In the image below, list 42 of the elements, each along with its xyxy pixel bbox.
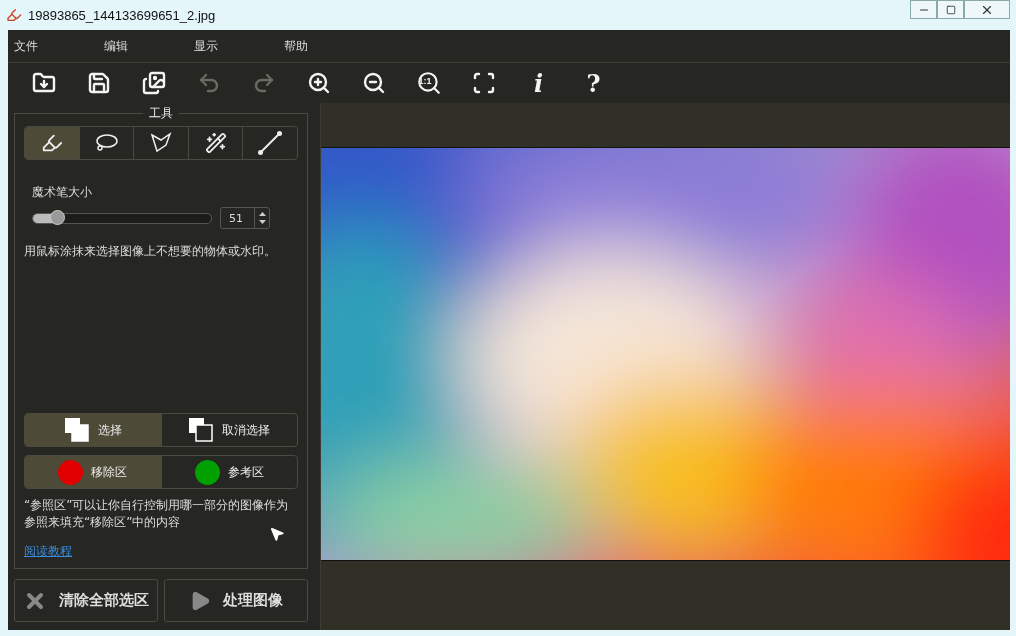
action-button[interactable]: 处理图像 [164, 579, 308, 622]
action-button[interactable]: 清除全部选区 [14, 579, 158, 622]
maximize-icon [945, 4, 956, 15]
menu-item[interactable]: 文件 [8, 37, 98, 55]
polygon-icon [150, 132, 172, 154]
line-icon [257, 130, 284, 156]
note-text: “参照区”可以让你自行控制用哪一部分的图像作为参照来填充“移除区”中的内容 [24, 497, 290, 531]
minimize-button[interactable] [910, 0, 937, 19]
brush-size-label: 魔术笔大小 [32, 184, 93, 201]
mode-button[interactable]: 选择 [25, 414, 162, 446]
spinner-arrows-icon[interactable] [254, 208, 269, 228]
mode-button[interactable]: 取消选择 [161, 414, 297, 446]
maximize-button[interactable] [937, 0, 964, 19]
brush-size-slider[interactable] [32, 212, 212, 224]
tutorial-link[interactable]: 阅读教程 [24, 543, 72, 560]
folder-download-icon [31, 71, 56, 95]
fit-screen-icon [471, 71, 496, 95]
panel-title: 工具 [143, 105, 179, 122]
save-icon [86, 71, 111, 95]
hint-text: 用鼠标涂抹来选择图像上不想要的物体或水印。 [24, 243, 277, 260]
menu-item[interactable]: 编辑 [98, 37, 188, 55]
wand-icon [204, 132, 227, 154]
menu-item[interactable]: 显示 [188, 37, 278, 55]
window-title: 19893865_144133699651_2.jpg [28, 7, 217, 23]
lasso-icon [94, 133, 119, 153]
region-button[interactable]: 参考区 [161, 456, 297, 488]
region-button[interactable]: 移除区 [25, 456, 162, 488]
selection-icon [63, 417, 90, 443]
app-icon [6, 7, 22, 23]
magnifier-icon [415, 70, 442, 96]
brush-size-field[interactable]: 51 [220, 207, 270, 229]
image-icon [141, 71, 166, 95]
slider-thumb[interactable] [49, 209, 65, 225]
cursor-icon [269, 526, 285, 542]
toolbar-button[interactable]: ? [566, 65, 621, 101]
tool-button[interactable] [25, 127, 80, 159]
toolbar-button[interactable]: i [511, 65, 566, 101]
selection-icon [188, 417, 215, 443]
zoom-out-icon [361, 71, 386, 95]
zoom-in-icon [306, 71, 331, 95]
marker-icon [40, 132, 63, 154]
menu-item[interactable]: 帮助 [278, 37, 368, 55]
